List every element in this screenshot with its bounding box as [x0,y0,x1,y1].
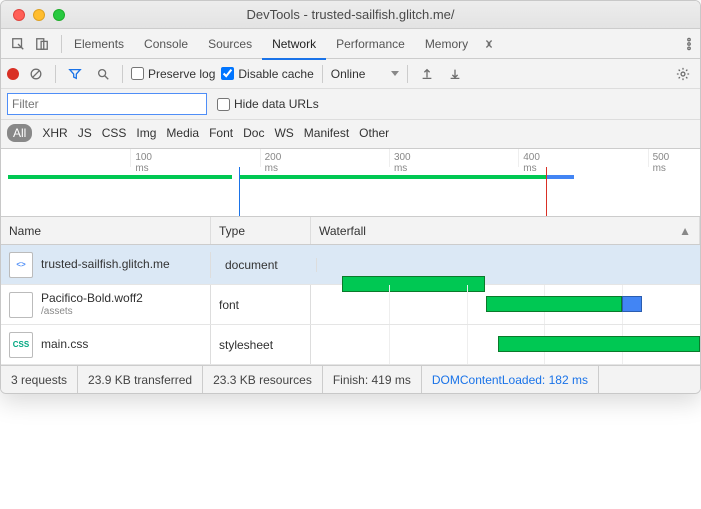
search-icon[interactable] [92,63,114,85]
settings-gear-icon[interactable] [672,63,694,85]
col-type[interactable]: Type [211,217,311,244]
waterfall-cell [311,285,700,324]
footer-domcontentloaded: DOMContentLoaded: 182 ms [422,366,599,393]
col-name[interactable]: Name [1,217,211,244]
col-waterfall[interactable]: Waterfall▲ [311,217,700,244]
request-row[interactable]: Pacifico-Bold.woff2/assets font [1,285,700,325]
filter-row: Hide data URLs [1,89,700,120]
footer-transferred: 23.9 KB transferred [78,366,203,393]
disable-cache-checkbox[interactable]: Disable cache [221,67,313,81]
filter-input[interactable] [7,93,207,115]
request-name: Pacifico-Bold.woff2 [41,291,143,305]
file-type-icon: <> [9,252,33,278]
tab-memory[interactable]: Memory [415,29,478,59]
disable-cache-label: Disable cache [238,67,313,81]
download-har-icon[interactable] [444,63,466,85]
tab-network[interactable]: Network [262,29,326,59]
filter-img[interactable]: Img [136,126,156,140]
throttling-value: Online [331,67,366,81]
upload-har-icon[interactable] [416,63,438,85]
titlebar: DevTools - trusted-sailfish.glitch.me/ [1,1,700,29]
request-type: document [217,258,317,272]
filter-manifest[interactable]: Manifest [304,126,349,140]
kebab-menu-icon[interactable] [678,33,700,55]
filter-doc[interactable]: Doc [243,126,264,140]
inspect-icon[interactable] [7,33,29,55]
request-type: font [211,285,311,324]
filter-all[interactable]: All [7,124,32,142]
request-name: main.css [41,337,88,351]
type-filter-row: All XHR JS CSS Img Media Font Doc WS Man… [1,120,700,149]
file-type-icon: CSS [9,332,33,358]
preserve-log-label: Preserve log [148,67,215,81]
record-button[interactable] [7,68,19,80]
preserve-log-checkbox[interactable]: Preserve log [131,67,215,81]
footer-requests: 3 requests [1,366,78,393]
chevron-down-icon [391,71,399,76]
device-toggle-icon[interactable] [31,33,53,55]
filter-other[interactable]: Other [359,126,389,140]
tab-elements[interactable]: Elements [64,29,134,59]
network-toolbar: Preserve log Disable cache Online [1,59,700,89]
request-row[interactable]: <> trusted-sailfish.glitch.me document [1,245,700,285]
status-bar: 3 requests 23.9 KB transferred 23.3 KB r… [1,365,700,393]
request-path: /assets [41,306,143,318]
filter-media[interactable]: Media [166,126,199,140]
footer-resources: 23.3 KB resources [203,366,323,393]
clear-icon[interactable] [25,63,47,85]
panel-tabs: Elements Console Sources Network Perform… [1,29,700,59]
filter-font[interactable]: Font [209,126,233,140]
filter-ws[interactable]: WS [274,126,293,140]
filter-js[interactable]: JS [78,126,92,140]
tab-console[interactable]: Console [134,29,198,59]
col-waterfall-label: Waterfall [319,224,366,238]
request-type: stylesheet [211,325,311,364]
throttling-select[interactable]: Online [331,67,400,81]
waterfall-cell [311,325,700,364]
window-title: DevTools - trusted-sailfish.glitch.me/ [1,7,700,22]
request-row[interactable]: CSS main.css stylesheet [1,325,700,365]
table-header: Name Type Waterfall▲ [1,217,700,245]
hide-data-urls-checkbox[interactable]: Hide data URLs [217,97,319,111]
file-type-icon [9,292,33,318]
tab-performance[interactable]: Performance [326,29,415,59]
filter-xhr[interactable]: XHR [42,126,67,140]
hide-data-urls-label: Hide data URLs [234,97,319,111]
footer-finish: Finish: 419 ms [323,366,422,393]
more-tabs-icon[interactable] [478,33,500,55]
filter-css[interactable]: CSS [102,126,127,140]
filter-icon[interactable] [64,63,86,85]
tab-sources[interactable]: Sources [198,29,262,59]
timeline-overview[interactable]: 100 ms 200 ms 300 ms 400 ms 500 ms [1,149,700,217]
request-name: trusted-sailfish.glitch.me [41,257,170,271]
request-table: <> trusted-sailfish.glitch.me document Paci… [1,245,700,365]
